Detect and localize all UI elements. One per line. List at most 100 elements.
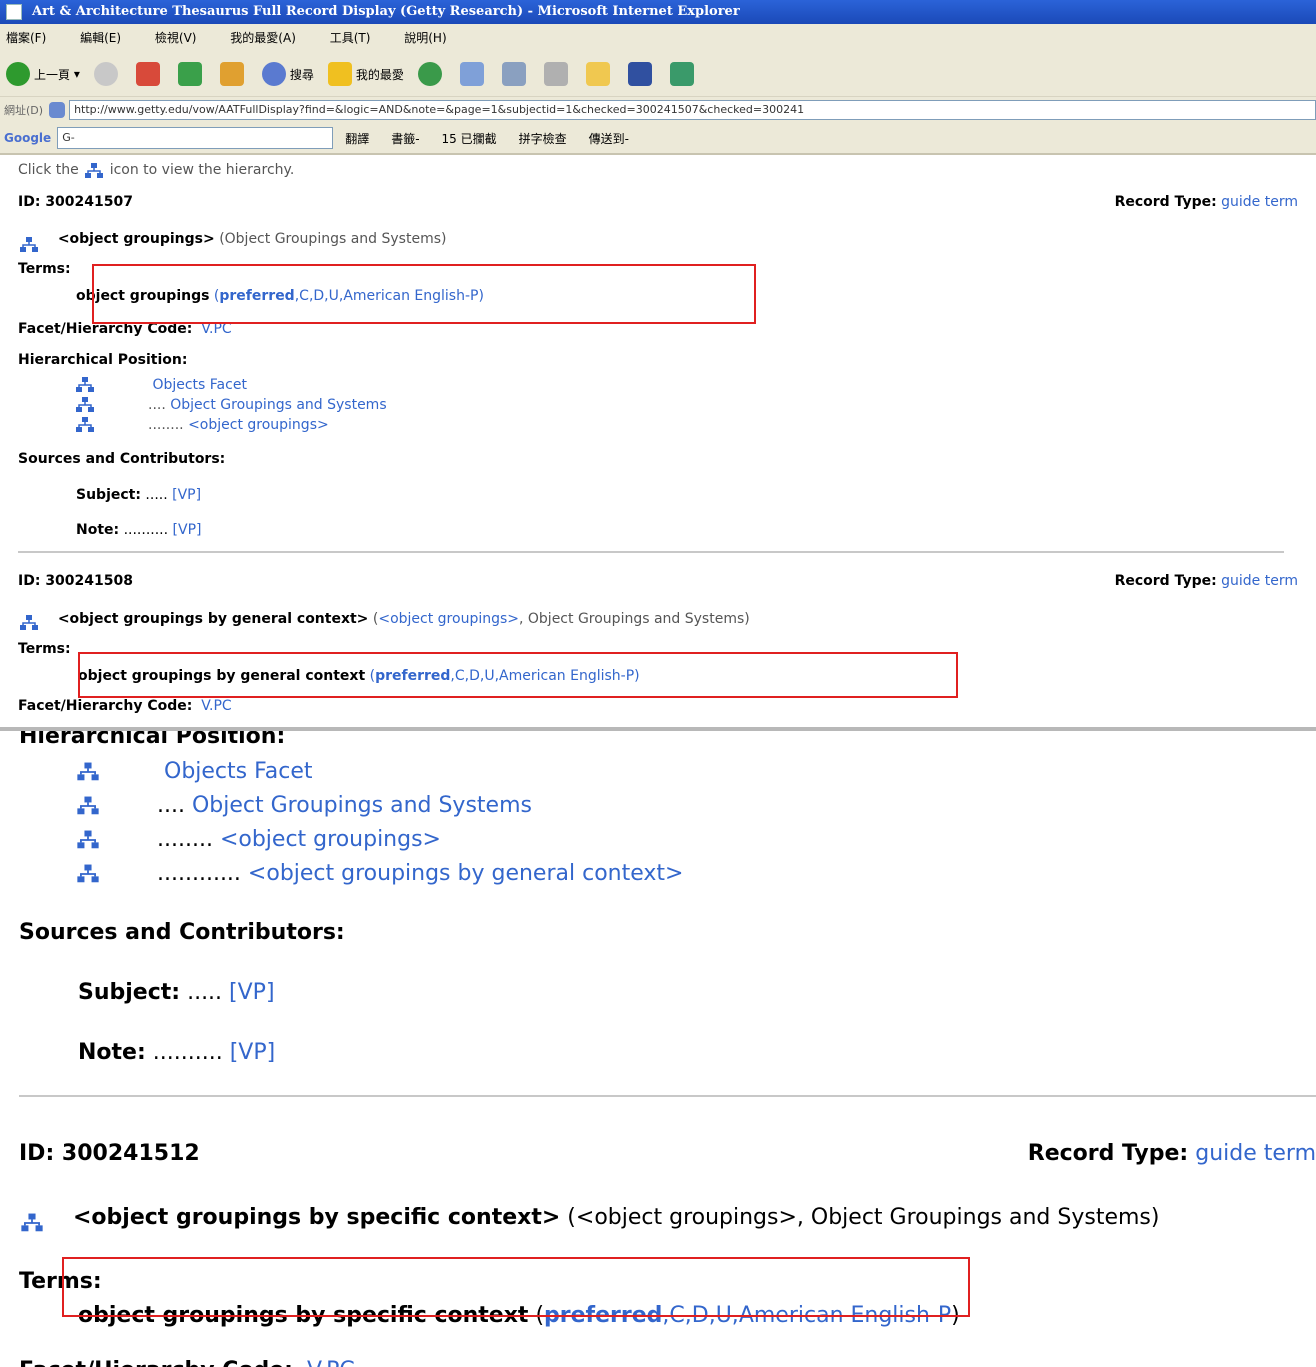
note-source-link[interactable]: [VP]	[230, 1040, 275, 1065]
id-value: 300241508	[45, 573, 133, 589]
refresh-icon	[177, 62, 202, 86]
history-icon	[417, 62, 442, 86]
google-bookmarks-button[interactable]: 書籤-	[391, 130, 419, 147]
messenger-icon	[669, 62, 694, 86]
hierarchy-icon[interactable]	[18, 610, 40, 630]
search-button[interactable]: 搜尋	[261, 62, 314, 86]
address-input[interactable]: http://www.getty.edu/vow/AATFullDisplay?…	[69, 100, 1316, 120]
subject-source-link[interactable]: [VP]	[172, 487, 201, 503]
record1-id: ID: 300241507	[18, 185, 133, 219]
hierarchy-dots: ....	[157, 793, 185, 818]
google-search-input[interactable]: G-	[57, 127, 334, 149]
id-value: 300241512	[61, 1141, 200, 1166]
back-label: 上一頁	[34, 67, 71, 82]
subject-label: Subject:	[76, 487, 141, 503]
stop-button[interactable]	[135, 62, 164, 86]
google-popup-blocked[interactable]: 15 已攔截	[442, 130, 497, 147]
record2-note-row: Note: .......... [VP]	[19, 1023, 1316, 1083]
hierarchy-icon[interactable]	[74, 416, 96, 434]
record2-heading-row: <object groupings by general context> (<…	[18, 601, 1298, 637]
forward-button[interactable]	[93, 62, 122, 86]
hierarchy-item: .... Object Groupings and Systems	[74, 395, 1298, 415]
messenger-button[interactable]	[669, 62, 698, 86]
refresh-button[interactable]	[177, 62, 206, 86]
record1-subject-row: Subject: ..... [VP]	[18, 477, 1298, 513]
research-button[interactable]	[627, 62, 656, 86]
hierarchy-icon[interactable]	[19, 1205, 45, 1232]
menu-view[interactable]: 檢視(V)	[155, 31, 197, 45]
history-button[interactable]	[417, 62, 446, 86]
note-source-link[interactable]: [VP]	[173, 522, 202, 538]
home-button[interactable]	[219, 62, 248, 86]
menu-favorites[interactable]: 我的最愛(A)	[230, 31, 296, 45]
google-translate-button[interactable]: 翻譯	[345, 130, 369, 147]
hierarchy-link[interactable]: Object Groupings and Systems	[170, 397, 386, 413]
favorites-button[interactable]: 我的最愛	[327, 62, 404, 86]
hierarchy-icon[interactable]	[75, 793, 101, 819]
hint-line: Click the icon to view the hierarchy.	[18, 155, 1298, 185]
subject-source-link[interactable]: [VP]	[229, 980, 274, 1005]
record-type-label: Record Type:	[1114, 194, 1217, 210]
hierarchy-link[interactable]: <object groupings>	[220, 827, 441, 852]
google-spellcheck-button[interactable]: 拼字檢查	[519, 130, 567, 147]
hierarchy-link[interactable]: Objects Facet	[164, 759, 312, 784]
highlight-box	[62, 1257, 970, 1317]
menu-file[interactable]: 檔案(F)	[6, 31, 46, 45]
hierarchy-link[interactable]: Objects Facet	[152, 377, 247, 393]
ie-app-icon	[6, 4, 22, 20]
browser-screenshot-top: Art & Architecture Thesaurus Full Record…	[0, 0, 1316, 727]
folder-icon	[585, 62, 610, 86]
hier-pos-label: Hierarchical Position:	[18, 352, 188, 368]
menu-edit[interactable]: 編輯(E)	[80, 31, 121, 45]
hierarchy-icon[interactable]	[75, 827, 101, 853]
hierarchy-dots: ........	[157, 827, 213, 852]
hierarchy-dots: ....	[148, 397, 166, 413]
zoomed-content: Hierarchical Position: Objects Facet ...…	[0, 727, 1316, 1367]
edit-button[interactable]	[543, 62, 572, 86]
record3-facet-row: Facet/Hierarchy Code: V.PC	[19, 1351, 1316, 1367]
menu-tools[interactable]: 工具(T)	[330, 31, 371, 45]
hierarchy-link[interactable]: Object Groupings and Systems	[192, 793, 532, 818]
record-type-link[interactable]: guide term	[1221, 573, 1298, 589]
highlight-box	[92, 264, 756, 324]
back-arrow-icon	[6, 62, 30, 86]
id-label: ID:	[18, 573, 41, 589]
hierarchy-icon[interactable]	[74, 376, 96, 394]
hierarchy-dots: ............	[157, 861, 241, 886]
note-dots: ..........	[152, 1040, 223, 1065]
google-sendto-button[interactable]: 傳送到-	[589, 130, 629, 147]
search-label: 搜尋	[289, 67, 314, 82]
hierarchy-icon	[83, 161, 105, 179]
hierarchy-icon[interactable]	[75, 759, 101, 785]
folder-button[interactable]	[585, 62, 614, 86]
window-title: Art & Architecture Thesaurus Full Record…	[32, 4, 740, 19]
menu-bar: 檔案(F) 編輯(E) 檢視(V) 我的最愛(A) 工具(T) 說明(H)	[0, 24, 1316, 52]
record-type-label: Record Type:	[1027, 1141, 1189, 1166]
menu-help[interactable]: 說明(H)	[404, 31, 446, 45]
stop-icon	[135, 62, 160, 86]
record3-context: (<object groupings>, Object Groupings an…	[567, 1205, 1160, 1230]
sources-label: Sources and Contributors:	[18, 451, 226, 467]
record2-context-link[interactable]: <object groupings>	[378, 611, 519, 627]
print-button[interactable]	[501, 62, 530, 86]
record-type-link[interactable]: guide term	[1221, 194, 1298, 210]
hierarchy-link[interactable]: <object groupings>	[188, 417, 329, 433]
subject-dots: .....	[187, 980, 223, 1005]
hier-pos-label: Hierarchical Position:	[19, 727, 286, 749]
facet-code-link[interactable]: V.PC	[201, 698, 231, 714]
record1-heading-row: <object groupings> (Object Groupings and…	[18, 219, 1298, 259]
hierarchy-icon[interactable]	[18, 230, 40, 252]
hierarchy-icon[interactable]	[75, 861, 101, 887]
record-type-link[interactable]: guide term	[1195, 1141, 1316, 1166]
forward-arrow-icon	[93, 62, 118, 86]
note-label: Note:	[78, 1040, 146, 1065]
note-label: Note:	[76, 522, 120, 538]
hierarchy-icon[interactable]	[74, 396, 96, 414]
hierarchy-item: ............ <object groupings by genera…	[75, 857, 1316, 891]
hint-prefix: Click the	[18, 162, 79, 178]
hierarchy-link[interactable]: <object groupings by general context>	[248, 861, 684, 886]
back-button[interactable]: 上一頁 ▾	[6, 62, 80, 86]
record1-hierarchy-list: Objects Facet .... Object Groupings and …	[18, 375, 1298, 435]
record3-heading: <object groupings by specific context>	[72, 1205, 561, 1230]
mail-button[interactable]	[459, 62, 488, 86]
